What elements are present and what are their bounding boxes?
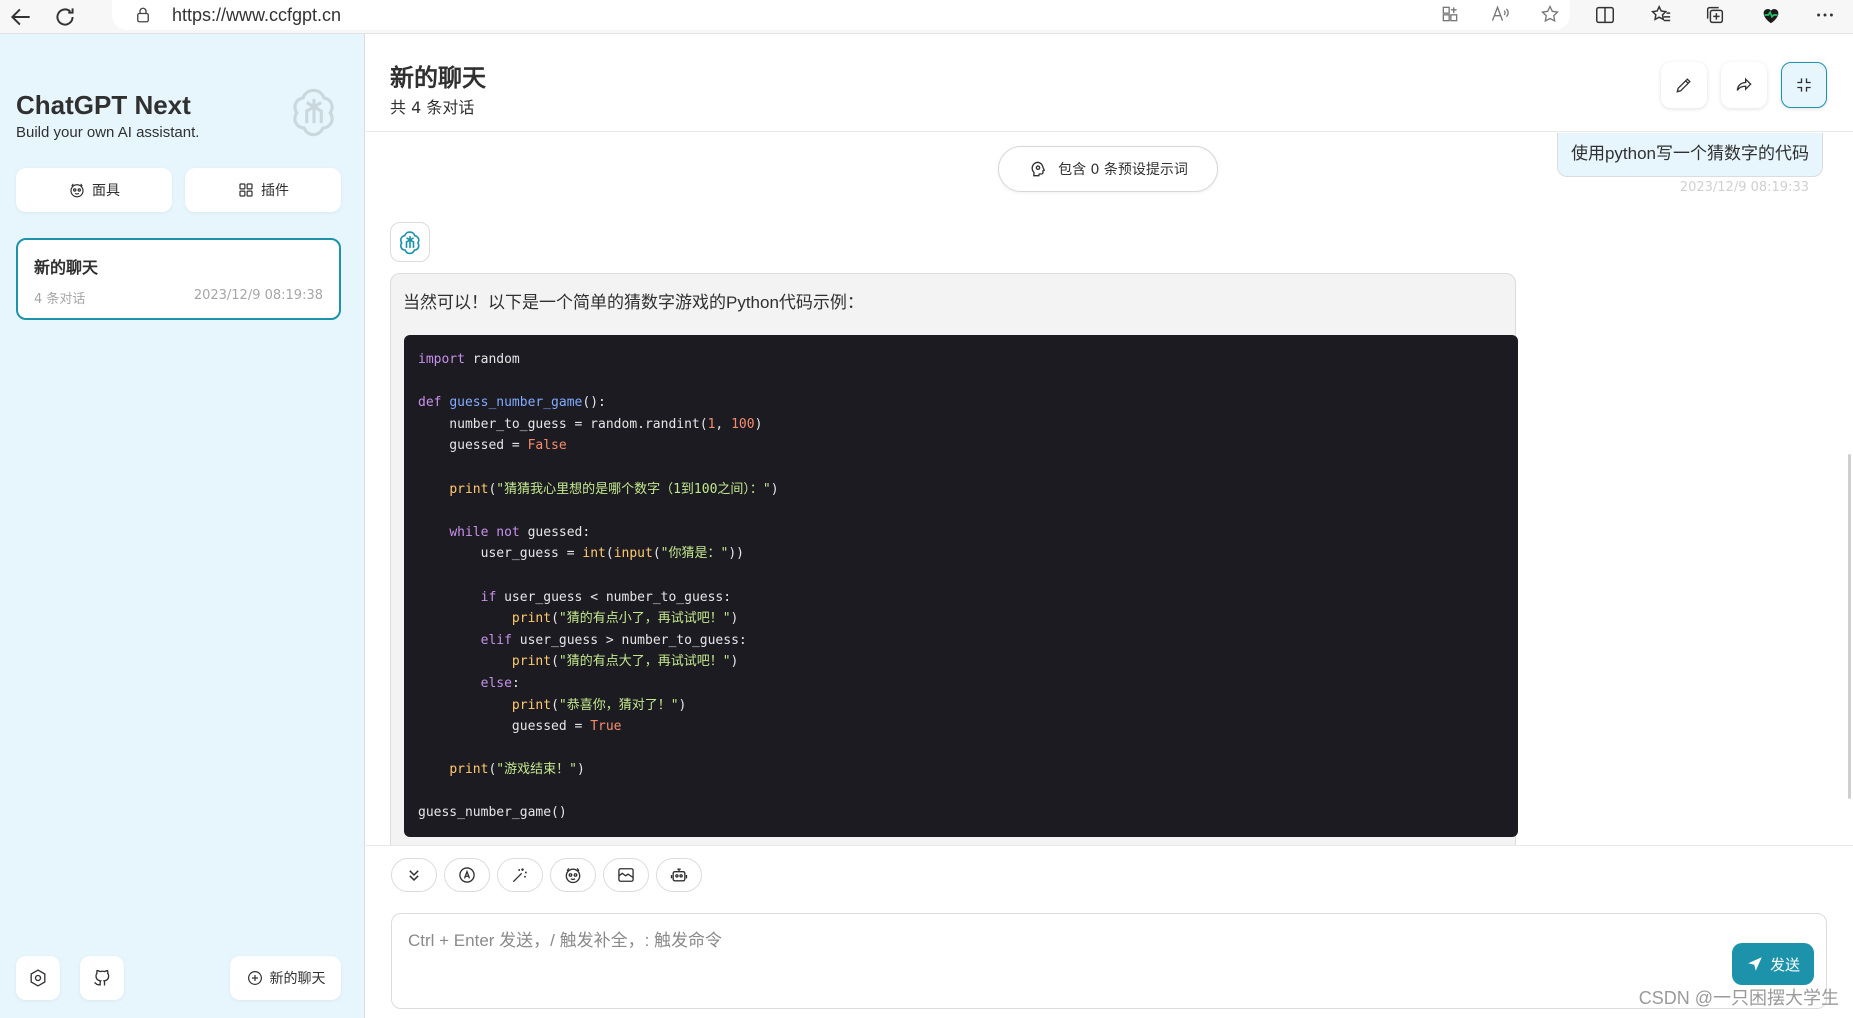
more-menu-icon[interactable] [1812, 4, 1838, 30]
double-chevron-down-icon [409, 870, 419, 882]
code-line: guess_number_game() [418, 805, 567, 821]
refresh-icon[interactable] [52, 4, 78, 30]
read-aloud-icon[interactable] [1488, 4, 1512, 28]
code-line: number_to_guess = random.randint(1, 100) [418, 416, 763, 432]
code-line: print("恭喜你，猜对了！") [511, 697, 687, 713]
plugin-button-label: 插件 [261, 183, 289, 199]
code-block[interactable]: import random def guess_number_game(): n… [404, 335, 1518, 837]
lock-icon [137, 7, 149, 23]
clear-context-button[interactable] [603, 858, 649, 892]
page-title: 新的聊天 [390, 64, 486, 92]
collections-icon[interactable] [1702, 4, 1728, 30]
code-line: while not guessed: [449, 524, 591, 540]
chat-input[interactable] [391, 913, 1827, 1009]
fullscreen-button[interactable] [1781, 62, 1827, 108]
url-text[interactable]: https://www.ccfgpt.cn [172, 5, 341, 26]
brain-icon [1031, 161, 1046, 177]
new-chat-label: 新的聊天 [269, 971, 326, 987]
openai-logo-icon [399, 231, 420, 255]
auto-theme-icon [459, 867, 475, 883]
plugin-grid-icon [239, 183, 253, 197]
minimize-icon [1797, 78, 1811, 92]
github-button[interactable] [80, 956, 124, 1000]
settings-gear-icon [30, 969, 46, 987]
chat-main: 新的聊天 共 4 条对话 使用python写一个猜数字的代码 2023/12/9… [366, 34, 1853, 1018]
message-list[interactable]: 使用python写一个猜数字的代码 2023/12/9 08:19:33 包含 … [366, 133, 1853, 845]
favorite-star-icon[interactable] [1538, 4, 1562, 28]
code-line: else: [480, 675, 520, 691]
theme-toggle-button[interactable] [444, 858, 490, 892]
openai-logo-icon [293, 88, 334, 137]
chat-item-title: 新的聊天 [34, 258, 99, 277]
back-icon[interactable] [8, 4, 34, 30]
masks-button[interactable] [550, 858, 596, 892]
plugin-button[interactable]: 插件 [185, 168, 341, 212]
robot-icon [670, 868, 688, 882]
magic-wand-icon [512, 868, 527, 883]
model-select-button[interactable] [656, 858, 702, 892]
split-screen-icon[interactable] [1592, 4, 1618, 30]
bot-message-text: 当然可以！以下是一个简单的猜数字游戏的Python代码示例： [403, 293, 864, 312]
code-line: guessed = False [418, 438, 567, 454]
code-line: if user_guess < number_to_guess: [480, 589, 732, 605]
address-bar[interactable]: https://www.ccfgpt.cn [112, 0, 1570, 30]
chat-item-time: 2023/12/9 08:19:38 [193, 288, 323, 303]
input-panel: 发送 [366, 845, 1853, 1018]
code-line: print("游戏结束！") [449, 762, 585, 778]
sidebar: ChatGPT Next Build your own AI assistant… [0, 34, 365, 1018]
code-line: import random [418, 352, 520, 367]
mask-icon [70, 183, 84, 198]
favorites-icon[interactable] [1648, 4, 1674, 30]
code-line: print("猜猜我心里想的是哪个数字（1到100之间）：") [449, 481, 779, 497]
scrollbar[interactable] [1845, 133, 1853, 845]
code-line: print("猜的有点大了，再试试吧！") [511, 654, 739, 670]
mask-button-label: 面具 [92, 183, 120, 199]
settings-button[interactable] [16, 956, 60, 1000]
preset-prompts-button[interactable]: 包含 0 条预设提示词 [998, 146, 1218, 192]
user-message-time: 2023/12/9 08:19:33 [1679, 180, 1809, 195]
watermark: CSDN @一只困摆大学生 [1638, 988, 1839, 1008]
rename-button[interactable] [1661, 62, 1707, 108]
send-button[interactable]: 发送 [1732, 943, 1814, 985]
share-arrow-icon [1736, 77, 1752, 91]
mask-icon [565, 867, 581, 884]
code-line: def guess_number_game(): [418, 395, 606, 411]
github-icon [94, 969, 110, 986]
code-line: guessed = True [418, 719, 622, 735]
app-title: ChatGPT Next [16, 90, 191, 120]
preset-prompts-label: 包含 0 条预设提示词 [1058, 162, 1188, 178]
chat-list-item[interactable]: 新的聊天 4 条对话 2023/12/9 08:19:38 [16, 238, 341, 320]
browser-toolbar: https://www.ccfgpt.cn [0, 0, 1853, 34]
share-button[interactable] [1721, 62, 1767, 108]
image-break-icon [618, 868, 634, 882]
chat-header: 新的聊天 共 4 条对话 [366, 34, 1853, 132]
edit-pencil-icon [1676, 78, 1691, 93]
bot-avatar [390, 222, 430, 262]
app-subtitle: Build your own AI assistant. [16, 124, 200, 141]
scroll-to-bottom-button[interactable] [391, 858, 437, 892]
code-line: elif user_guess > number_to_guess: [480, 632, 747, 648]
bot-message: 当然可以！以下是一个简单的猜数字游戏的Python代码示例： import ra… [390, 273, 1518, 845]
extension-health-icon[interactable] [1758, 4, 1784, 30]
code-line: user_guess = int(input("你猜是：")) [418, 546, 744, 562]
prompts-button[interactable] [497, 858, 543, 892]
chat-item-count: 4 条对话 [34, 292, 86, 307]
scrollbar-thumb[interactable] [1848, 454, 1851, 799]
conversation-count: 共 4 条对话 [390, 98, 475, 117]
send-plane-icon [1748, 957, 1762, 971]
app-grid-icon[interactable] [1438, 4, 1462, 28]
code-line: print("猜的有点小了，再试试吧！") [511, 611, 739, 627]
send-button-label: 发送 [1769, 955, 1800, 974]
new-chat-button[interactable]: 新的聊天 [230, 956, 341, 1000]
user-message: 使用python写一个猜数字的代码 [1556, 133, 1823, 177]
add-circle-icon [247, 971, 262, 985]
mask-button[interactable]: 面具 [16, 168, 172, 212]
